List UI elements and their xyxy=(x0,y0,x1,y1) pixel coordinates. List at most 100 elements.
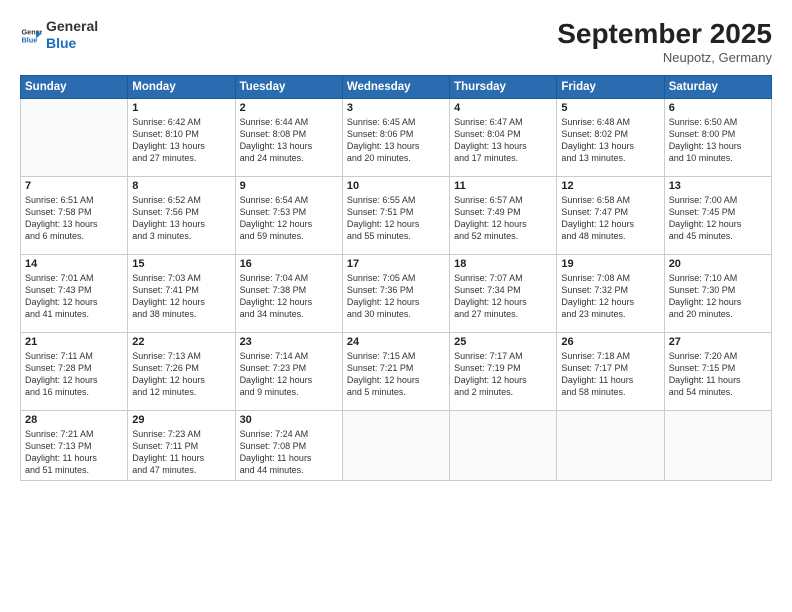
calendar-cell: 12 Sunrise: 6:58 AMSunset: 7:47 PMDayligh… xyxy=(557,177,664,255)
day-number: 4 xyxy=(454,102,552,114)
day-number: 17 xyxy=(347,258,445,270)
calendar-cell: 8 Sunrise: 6:52 AMSunset: 7:56 PMDaylight… xyxy=(128,177,235,255)
day-number: 20 xyxy=(669,258,767,270)
calendar-cell: 15Sunrise: 7:03 AMSunset: 7:41 PMDayligh… xyxy=(128,255,235,333)
day-number: 27 xyxy=(669,336,767,348)
calendar-cell: 25Sunrise: 7:17 AMSunset: 7:19 PMDayligh… xyxy=(450,333,557,411)
day-number: 9 xyxy=(240,180,338,192)
day-info: Sunrise: 7:01 AMSunset: 7:43 PMDaylight:… xyxy=(25,272,123,321)
day-number: 26 xyxy=(561,336,659,348)
calendar-cell: 28 Sunrise: 7:21 AMSunset: 7:13 PMDayligh… xyxy=(21,411,128,481)
calendar-cell: 10Sunrise: 6:55 AMSunset: 7:51 PMDayligh… xyxy=(342,177,449,255)
calendar-cell xyxy=(664,411,771,481)
logo-icon: General Blue xyxy=(20,24,42,46)
calendar-cell: 4 Sunrise: 6:47 AMSunset: 8:04 PMDaylight… xyxy=(450,99,557,177)
day-number: 8 xyxy=(132,180,230,192)
logo-general-text: General xyxy=(46,18,98,34)
calendar-table: SundayMondayTuesdayWednesdayThursdayFrid… xyxy=(20,75,772,481)
calendar-cell: 11 Sunrise: 6:57 AMSunset: 7:49 PMDayligh… xyxy=(450,177,557,255)
day-info: Sunrise: 7:11 AMSunset: 7:28 PMDaylight:… xyxy=(25,350,123,399)
day-info: Sunrise: 6:57 AMSunset: 7:49 PMDaylight:… xyxy=(454,194,552,243)
calendar-cell: 18 Sunrise: 7:07 AMSunset: 7:34 PMDayligh… xyxy=(450,255,557,333)
day-number: 14 xyxy=(25,258,123,270)
day-info: Sunrise: 7:18 AMSunset: 7:17 PMDaylight:… xyxy=(561,350,659,399)
day-info: Sunrise: 7:24 AMSunset: 7:08 PMDaylight:… xyxy=(240,428,338,477)
day-info: Sunrise: 7:15 AMSunset: 7:21 PMDaylight:… xyxy=(347,350,445,399)
day-info: Sunrise: 6:42 AMSunset: 8:10 PMDaylight:… xyxy=(132,116,230,165)
calendar-cell: 19 Sunrise: 7:08 AMSunset: 7:32 PMDayligh… xyxy=(557,255,664,333)
day-info: Sunrise: 7:07 AMSunset: 7:34 PMDaylight:… xyxy=(454,272,552,321)
day-info: Sunrise: 7:23 AMSunset: 7:11 PMDaylight:… xyxy=(132,428,230,477)
calendar-cell: 6Sunrise: 6:50 AMSunset: 8:00 PMDaylight… xyxy=(664,99,771,177)
weekday-header-tuesday: Tuesday xyxy=(235,76,342,99)
calendar-cell: 13 Sunrise: 7:00 AMSunset: 7:45 PMDayligh… xyxy=(664,177,771,255)
day-info: Sunrise: 7:08 AMSunset: 7:32 PMDaylight:… xyxy=(561,272,659,321)
day-info: Sunrise: 7:05 AMSunset: 7:36 PMDaylight:… xyxy=(347,272,445,321)
day-info: Sunrise: 6:52 AMSunset: 7:56 PMDaylight:… xyxy=(132,194,230,243)
day-number: 28 xyxy=(25,414,123,426)
day-info: Sunrise: 7:03 AMSunset: 7:41 PMDaylight:… xyxy=(132,272,230,321)
calendar-cell: 3 Sunrise: 6:45 AMSunset: 8:06 PMDaylight… xyxy=(342,99,449,177)
day-number: 7 xyxy=(25,180,123,192)
page-header: General Blue General Blue September 2025… xyxy=(20,18,772,65)
weekday-header-monday: Monday xyxy=(128,76,235,99)
logo: General Blue General Blue xyxy=(20,18,98,52)
calendar-cell: 20 Sunrise: 7:10 AMSunset: 7:30 PMDayligh… xyxy=(664,255,771,333)
calendar-cell: 14 Sunrise: 7:01 AMSunset: 7:43 PMDayligh… xyxy=(21,255,128,333)
calendar-cell: 23 Sunrise: 7:14 AMSunset: 7:23 PMDayligh… xyxy=(235,333,342,411)
calendar-cell: 5 Sunrise: 6:48 AMSunset: 8:02 PMDaylight… xyxy=(557,99,664,177)
calendar-cell: 30 Sunrise: 7:24 AMSunset: 7:08 PMDayligh… xyxy=(235,411,342,481)
day-number: 3 xyxy=(347,102,445,114)
day-number: 30 xyxy=(240,414,338,426)
day-number: 6 xyxy=(669,102,767,114)
day-info: Sunrise: 6:55 AMSunset: 7:51 PMDaylight:… xyxy=(347,194,445,243)
calendar-cell: 2 Sunrise: 6:44 AMSunset: 8:08 PMDaylight… xyxy=(235,99,342,177)
weekday-header-thursday: Thursday xyxy=(450,76,557,99)
day-number: 12 xyxy=(561,180,659,192)
month-year: September 2025 xyxy=(557,18,772,50)
location: Neupotz, Germany xyxy=(557,50,772,65)
week-row-3: 14 Sunrise: 7:01 AMSunset: 7:43 PMDayligh… xyxy=(21,255,772,333)
day-number: 1 xyxy=(132,102,230,114)
day-info: Sunrise: 6:45 AMSunset: 8:06 PMDaylight:… xyxy=(347,116,445,165)
day-info: Sunrise: 6:58 AMSunset: 7:47 PMDaylight:… xyxy=(561,194,659,243)
calendar-cell: 27 Sunrise: 7:20 AMSunset: 7:15 PMDayligh… xyxy=(664,333,771,411)
weekday-header-row: SundayMondayTuesdayWednesdayThursdayFrid… xyxy=(21,76,772,99)
week-row-4: 21 Sunrise: 7:11 AMSunset: 7:28 PMDayligh… xyxy=(21,333,772,411)
calendar-cell: 29 Sunrise: 7:23 AMSunset: 7:11 PMDayligh… xyxy=(128,411,235,481)
weekday-header-saturday: Saturday xyxy=(664,76,771,99)
calendar-cell xyxy=(21,99,128,177)
calendar-cell: 26 Sunrise: 7:18 AMSunset: 7:17 PMDayligh… xyxy=(557,333,664,411)
day-number: 24 xyxy=(347,336,445,348)
day-info: Sunrise: 6:48 AMSunset: 8:02 PMDaylight:… xyxy=(561,116,659,165)
calendar-cell: 22Sunrise: 7:13 AMSunset: 7:26 PMDayligh… xyxy=(128,333,235,411)
calendar-cell: 1 Sunrise: 6:42 AMSunset: 8:10 PMDaylight… xyxy=(128,99,235,177)
day-number: 13 xyxy=(669,180,767,192)
calendar-cell xyxy=(342,411,449,481)
week-row-5: 28 Sunrise: 7:21 AMSunset: 7:13 PMDayligh… xyxy=(21,411,772,481)
day-number: 16 xyxy=(240,258,338,270)
day-number: 29 xyxy=(132,414,230,426)
day-number: 18 xyxy=(454,258,552,270)
day-number: 2 xyxy=(240,102,338,114)
day-info: Sunrise: 7:20 AMSunset: 7:15 PMDaylight:… xyxy=(669,350,767,399)
calendar-cell: 9Sunrise: 6:54 AMSunset: 7:53 PMDaylight… xyxy=(235,177,342,255)
day-info: Sunrise: 7:04 AMSunset: 7:38 PMDaylight:… xyxy=(240,272,338,321)
day-info: Sunrise: 6:47 AMSunset: 8:04 PMDaylight:… xyxy=(454,116,552,165)
day-number: 19 xyxy=(561,258,659,270)
day-info: Sunrise: 6:44 AMSunset: 8:08 PMDaylight:… xyxy=(240,116,338,165)
week-row-1: 1 Sunrise: 6:42 AMSunset: 8:10 PMDaylight… xyxy=(21,99,772,177)
day-number: 23 xyxy=(240,336,338,348)
weekday-header-wednesday: Wednesday xyxy=(342,76,449,99)
calendar-cell: 7Sunrise: 6:51 AMSunset: 7:58 PMDaylight… xyxy=(21,177,128,255)
day-number: 11 xyxy=(454,180,552,192)
day-number: 21 xyxy=(25,336,123,348)
day-info: Sunrise: 7:21 AMSunset: 7:13 PMDaylight:… xyxy=(25,428,123,477)
day-info: Sunrise: 7:14 AMSunset: 7:23 PMDaylight:… xyxy=(240,350,338,399)
weekday-header-sunday: Sunday xyxy=(21,76,128,99)
svg-text:Blue: Blue xyxy=(21,35,37,44)
day-number: 5 xyxy=(561,102,659,114)
title-block: September 2025 Neupotz, Germany xyxy=(557,18,772,65)
day-info: Sunrise: 7:00 AMSunset: 7:45 PMDaylight:… xyxy=(669,194,767,243)
day-info: Sunrise: 7:10 AMSunset: 7:30 PMDaylight:… xyxy=(669,272,767,321)
